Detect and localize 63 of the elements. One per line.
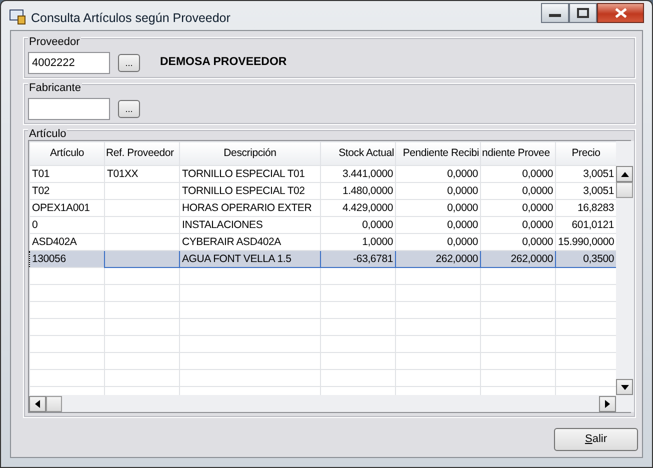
table-cell: 0,0000 xyxy=(396,216,480,234)
proveedor-name: DEMOSA PROVEEDOR xyxy=(160,55,287,70)
close-icon xyxy=(614,8,626,18)
table-cell: T01 xyxy=(30,166,104,182)
table-cell: INSTALACIONES xyxy=(180,216,320,234)
table-cell: 0,3500 xyxy=(556,250,616,268)
table-cell: T02 xyxy=(30,182,104,200)
down-arrow-icon xyxy=(620,384,628,390)
exit-button[interactable]: Salir xyxy=(554,428,638,451)
table-cell: 0,0000 xyxy=(480,166,556,182)
vertical-scrollbar[interactable] xyxy=(616,141,634,395)
table-cell: 0,0000 xyxy=(396,166,480,182)
proveedor-field[interactable]: 4002222 xyxy=(28,52,110,74)
left-arrow-icon xyxy=(35,400,40,408)
close-button[interactable] xyxy=(597,3,644,23)
browse-button[interactable]: ... xyxy=(118,54,140,72)
window-app-icon xyxy=(9,9,27,25)
table-cell: 0,0000 xyxy=(320,216,396,234)
table-cell: 0,0000 xyxy=(396,182,480,200)
table-cell: T01XX xyxy=(104,166,180,182)
table-cell: 262,0000 xyxy=(396,250,480,268)
table-cell: 0 xyxy=(30,216,104,234)
column-header[interactable]: Stock Actual xyxy=(320,142,396,166)
group-label: Proveedor xyxy=(28,36,81,48)
group-label: Fabricante xyxy=(28,82,82,94)
table-cell: TORNILLO ESPECIAL T02 xyxy=(180,182,320,200)
maximize-icon xyxy=(577,8,589,18)
table-cell: 0,0000 xyxy=(396,200,480,216)
table-cell: HORAS OPERARIO EXTER xyxy=(180,200,320,216)
right-arrow-icon xyxy=(605,400,610,408)
column-header[interactable]: Ref. Proveedor xyxy=(104,142,180,166)
table-cell: 0,0000 xyxy=(480,182,556,200)
scroll-up-button[interactable] xyxy=(616,166,633,182)
scroll-thumb[interactable] xyxy=(46,396,62,412)
scroll-right-button[interactable] xyxy=(599,396,616,412)
table-cell: TORNILLO ESPECIAL T01 xyxy=(180,166,320,182)
scrollbar-corner xyxy=(616,395,634,412)
up-arrow-icon xyxy=(620,172,628,176)
window-title: Consulta Artículos según Proveedor xyxy=(31,10,230,27)
browse-button[interactable]: ... xyxy=(118,100,140,118)
column-header[interactable]: Pendiente Recibi xyxy=(396,142,480,166)
table-cell: 4.429,0000 xyxy=(320,200,396,216)
horizontal-scrollbar[interactable] xyxy=(29,395,616,412)
table-cell: 3.441,0000 xyxy=(320,166,396,182)
table-cell: 0,0000 xyxy=(480,216,556,234)
table-cell: OPEX1A001 xyxy=(30,200,104,216)
scroll-left-button[interactable] xyxy=(29,396,46,412)
table-cell: -63,6781 xyxy=(320,250,396,268)
maximize-button[interactable] xyxy=(569,3,597,23)
table-cell: AGUA FONT VELLA 1.5 xyxy=(180,250,320,268)
table-cell: 0,0000 xyxy=(480,200,556,216)
table-cell: 1.480,0000 xyxy=(320,182,396,200)
table-cell: 130056 xyxy=(30,250,104,268)
column-header[interactable]: ndiente Provee xyxy=(480,142,556,166)
column-header[interactable]: Descripción xyxy=(180,142,320,166)
scroll-down-button[interactable] xyxy=(616,379,633,395)
minimize-button[interactable] xyxy=(541,3,569,23)
fabricante-field[interactable] xyxy=(28,98,110,120)
table-cell: 262,0000 xyxy=(480,250,556,268)
group-label: Artículo xyxy=(28,128,68,140)
column-header[interactable]: Artículo xyxy=(30,142,104,166)
scroll-thumb[interactable] xyxy=(616,182,633,198)
column-header[interactable]: Precio xyxy=(556,142,616,166)
